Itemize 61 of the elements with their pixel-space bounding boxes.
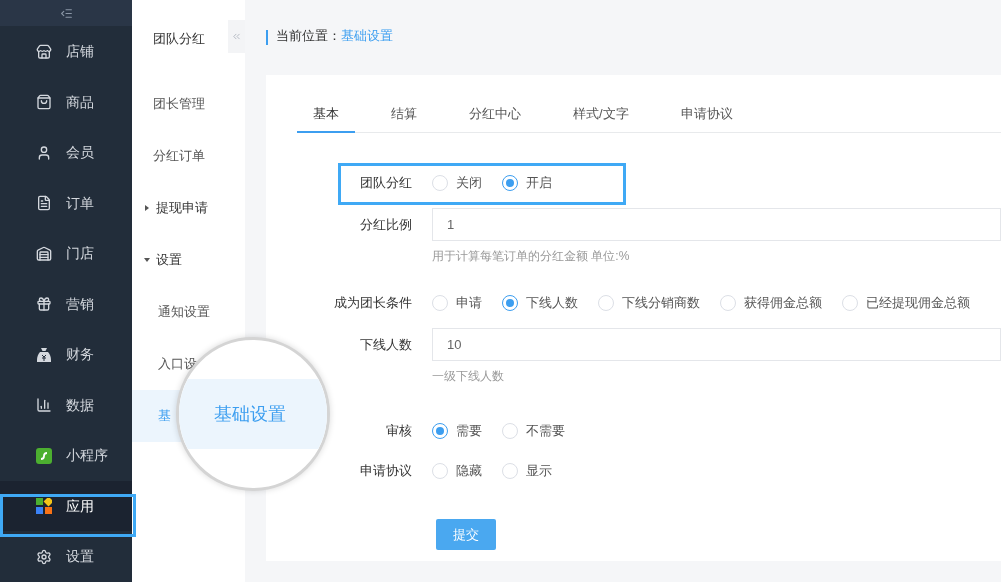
subnav-item[interactable]: 团长管理: [153, 94, 205, 114]
radio-label: 已经提现佣金总额: [866, 294, 970, 313]
subnav-group[interactable]: 提现申请: [132, 182, 245, 234]
tab[interactable]: 分红中心: [453, 97, 537, 133]
sidebar-item[interactable]: 订单: [0, 178, 132, 229]
field-label: 团队分红: [360, 174, 412, 193]
subnav-title: 团队分红: [153, 30, 205, 49]
field-label: 成为团长条件: [334, 294, 412, 313]
tab[interactable]: 结算: [375, 97, 433, 133]
radio-label: 开启: [526, 174, 552, 193]
bag-icon: [36, 94, 52, 111]
breadcrumb-label: 当前位置：: [276, 26, 341, 45]
caret-icon: [144, 205, 150, 211]
radio-label: 申请: [456, 294, 482, 313]
radio-label: 关闭: [456, 174, 482, 193]
tab[interactable]: 基本: [297, 97, 355, 133]
apps-icon: [36, 498, 52, 515]
store-icon: [36, 43, 52, 60]
text-input[interactable]: 1: [432, 208, 1001, 241]
settings-icon: [36, 548, 52, 565]
field-label: 分红比例: [360, 215, 412, 234]
collapse-menu-icon[interactable]: [59, 6, 73, 20]
field-label: 申请协议: [360, 462, 412, 481]
user-icon: [36, 144, 52, 161]
radio-label: 不需要: [526, 422, 565, 441]
tab[interactable]: 样式/文字: [557, 97, 645, 133]
document-icon: [36, 195, 52, 212]
radio-label: 隐藏: [456, 462, 482, 481]
sidebar-item[interactable]: 门店: [0, 228, 132, 279]
sidebar-item[interactable]: 会员: [0, 127, 132, 178]
field-label: 下线人数: [360, 335, 412, 354]
sidebar-item[interactable]: 营销: [0, 279, 132, 330]
subnav-item[interactable]: 分红订单: [153, 146, 205, 166]
sidebar-item[interactable]: 小程序: [0, 430, 132, 481]
subnav-group[interactable]: 设置: [132, 234, 245, 286]
radio-label: 获得佣金总额: [744, 294, 822, 313]
radio-label: 需要: [456, 422, 482, 441]
field-hint: 用于计算每笔订单的分红金额 单位:%: [432, 248, 631, 265]
radio-label: 下线分销商数: [622, 294, 700, 313]
subnav-item[interactable]: 通知设置: [158, 302, 210, 322]
collapse-icon: [231, 31, 242, 42]
field-label: 审核: [386, 422, 412, 441]
sidebar-item[interactable]: 数据: [0, 380, 132, 431]
mini-program-icon: [36, 447, 52, 464]
tab[interactable]: 申请协议: [664, 97, 749, 133]
sidebar-item[interactable]: 应用: [0, 481, 132, 532]
gift-icon: [36, 296, 52, 313]
money-bag-icon: [36, 346, 52, 363]
shop-icon: [36, 245, 52, 262]
chart-icon: [36, 397, 52, 414]
field-hint: 一级下线人数: [432, 368, 505, 385]
collapse-tab[interactable]: [228, 20, 245, 53]
sidebar-item[interactable]: 设置: [0, 531, 132, 582]
sidebar-item[interactable]: 财务: [0, 329, 132, 380]
sidebar-item[interactable]: 店铺: [0, 26, 132, 77]
radio-label: 下线人数: [526, 294, 578, 313]
magnified-text: 基础设置: [214, 402, 286, 426]
text-input[interactable]: 10: [432, 328, 1001, 361]
radio-label: 显示: [526, 462, 552, 481]
caret-icon: [144, 257, 150, 263]
sidebar-item[interactable]: 商品: [0, 77, 132, 128]
